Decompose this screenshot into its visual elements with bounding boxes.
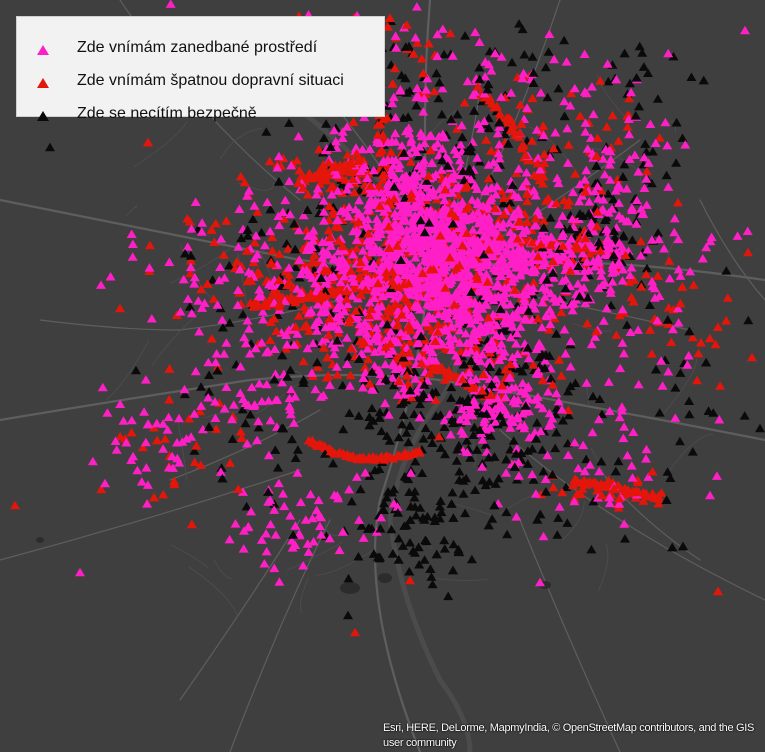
legend-label-unsafe: Zde se necítím bezpečně: [77, 105, 257, 122]
magenta-triangle-icon: [37, 45, 49, 55]
lake: [378, 573, 392, 583]
red-triangle-icon: [37, 78, 49, 88]
legend-label-traffic: Zde vnímám špatnou dopravní situaci: [77, 72, 344, 89]
lake: [36, 537, 44, 543]
legend: Zde vnímám zanedbané prostředí Zde vnímá…: [16, 16, 385, 122]
map-attribution: Esri, HERE, DeLorme, MapmyIndia, © OpenS…: [383, 722, 755, 749]
black-triangle-icon: [37, 111, 49, 121]
lake: [340, 582, 360, 594]
legend-label-neglected: Zde vnímám zanedbané prostředí: [77, 39, 318, 56]
